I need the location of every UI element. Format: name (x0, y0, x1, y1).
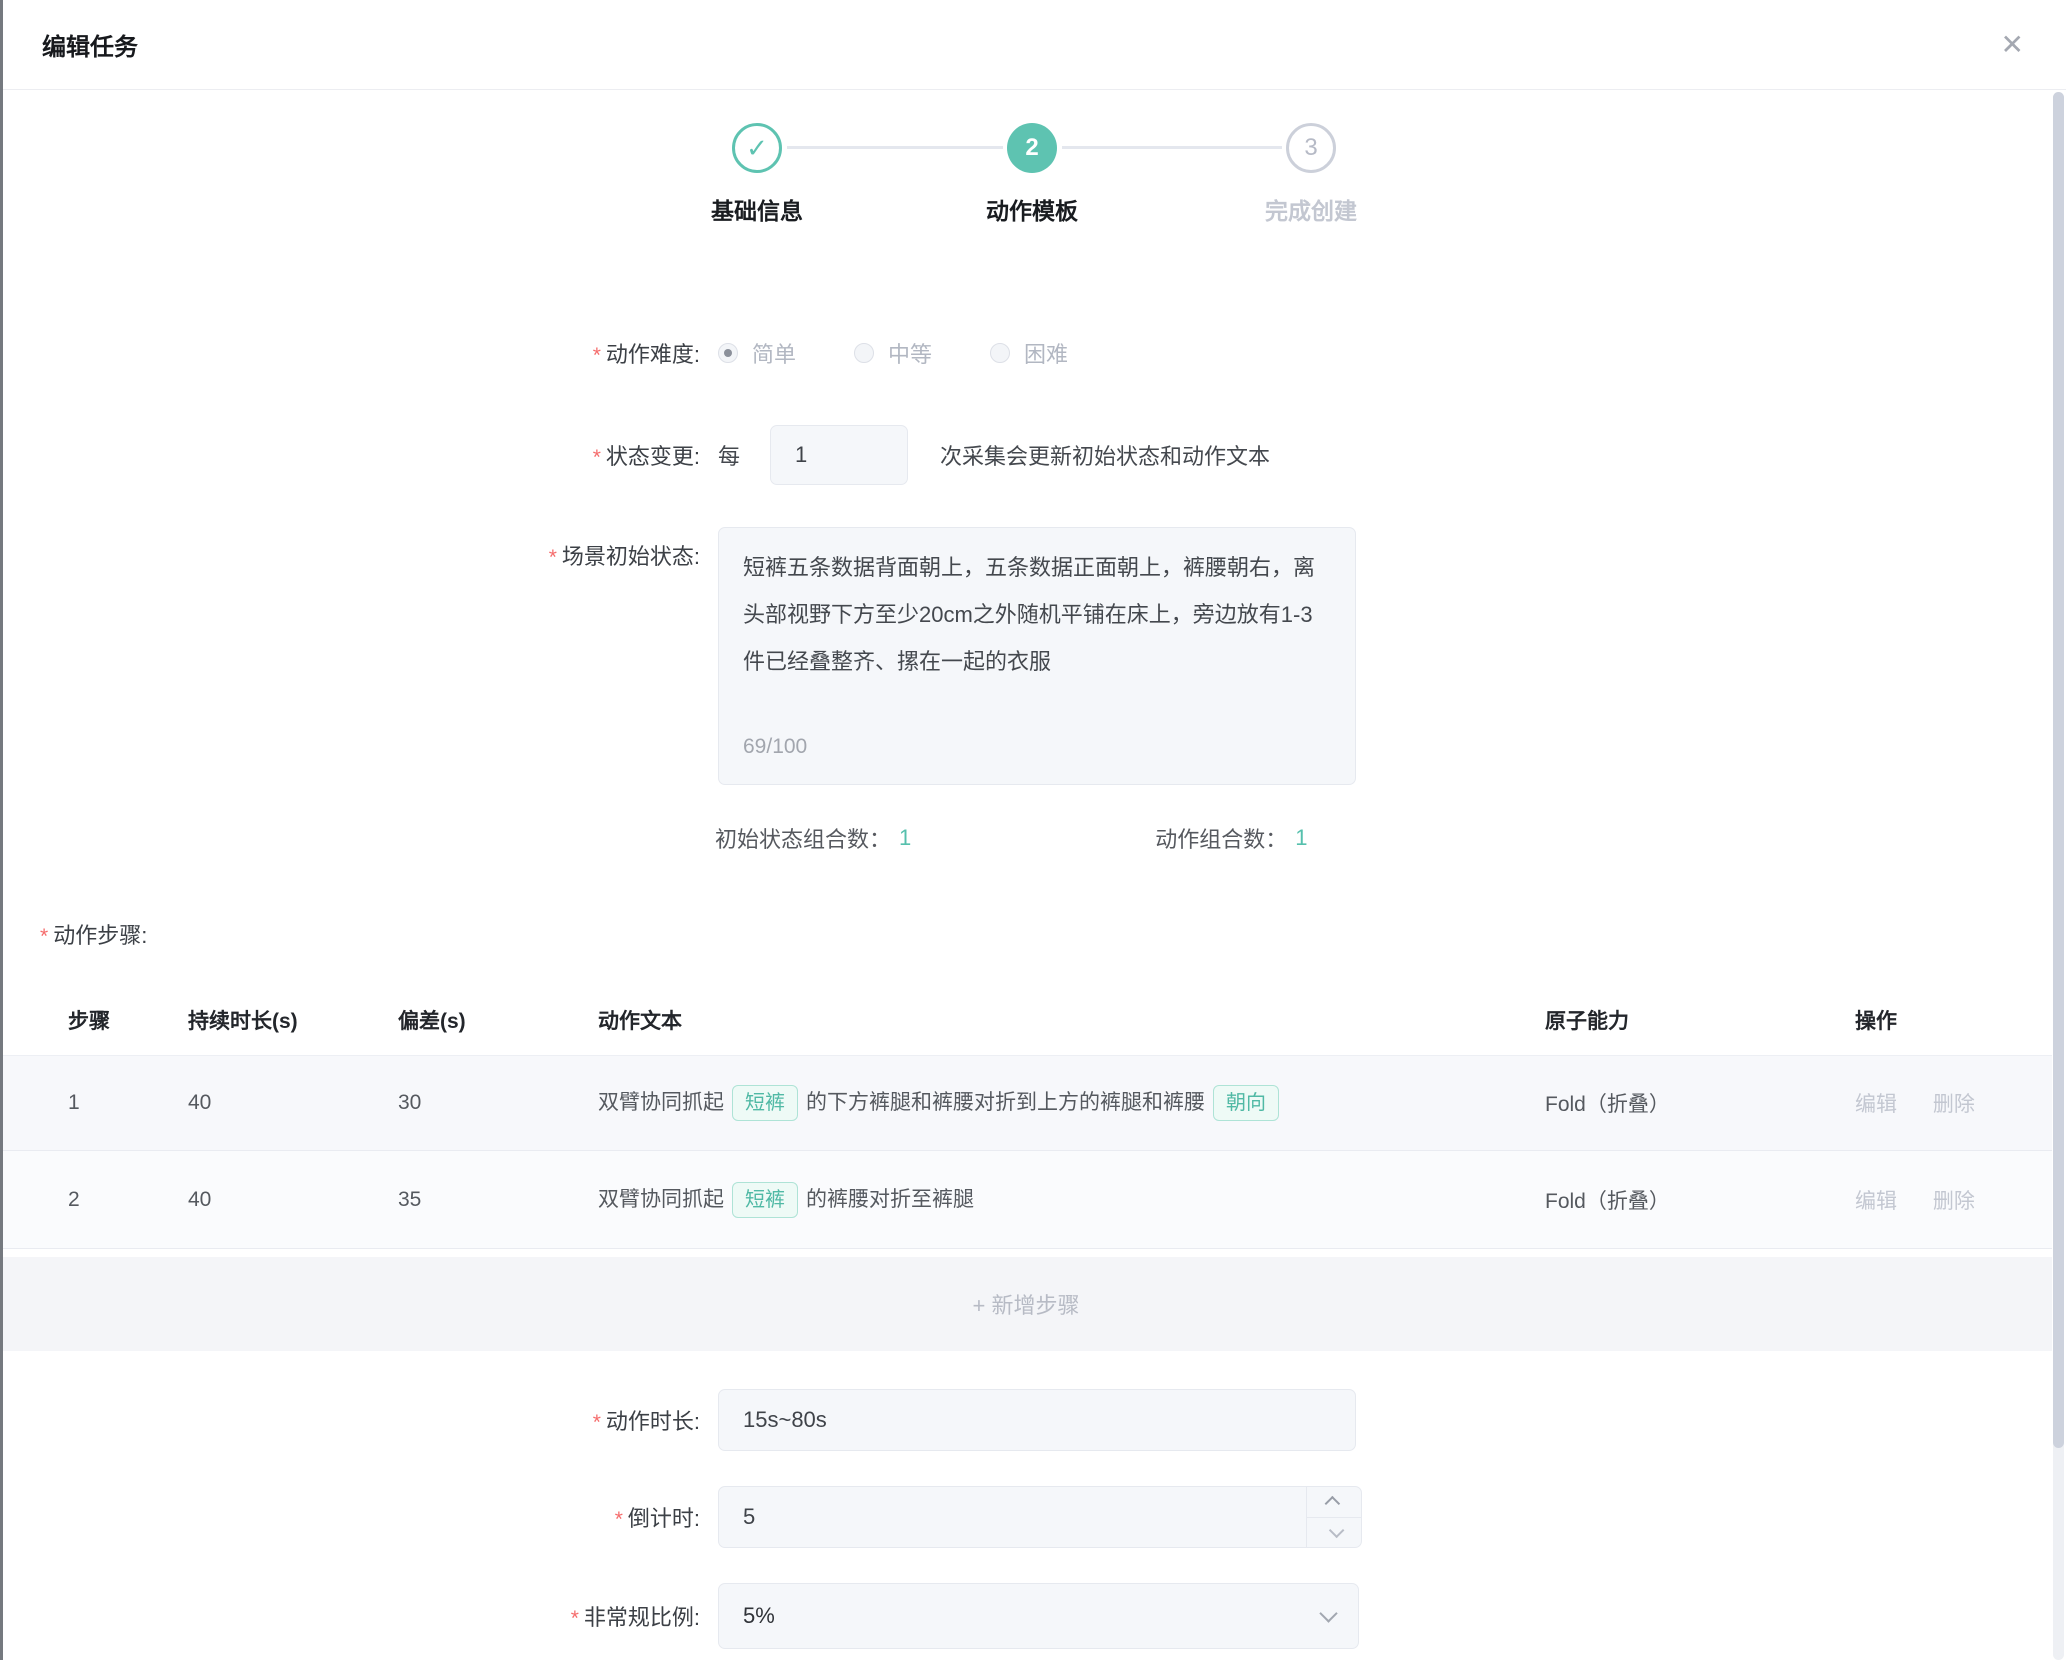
state-change-label: *状态变更: (0, 439, 700, 471)
countdown-row: *倒计时: 5 (0, 1486, 2066, 1548)
cell-duration: 40 (188, 1091, 398, 1115)
table-row: 1 40 30 双臂协同抓起短裤的下方裤腿和裤腰对折到上方的裤腿和裤腰朝向 Fo… (0, 1055, 2052, 1151)
edit-button[interactable]: 编辑 (1855, 1190, 1897, 1213)
decrement-button[interactable] (1307, 1518, 1362, 1549)
required-mark: * (593, 446, 601, 469)
col-step: 步骤 (68, 1005, 188, 1035)
cell-step: 1 (68, 1091, 188, 1115)
col-duration: 持续时长(s) (188, 1005, 398, 1035)
add-step-button[interactable]: + 新增步骤 (0, 1257, 2052, 1351)
increment-button[interactable] (1307, 1486, 1362, 1518)
dialog-left-edge (0, 0, 3, 1660)
state-change-prefix: 每 (718, 439, 740, 471)
delete-button[interactable]: 删除 (1933, 1190, 1975, 1213)
stepper: ✓ 2 3 基础信息 动作模板 完成创建 (0, 90, 2066, 250)
edit-button[interactable]: 编辑 (1855, 1093, 1897, 1116)
cell-ability: Fold（折叠） (1545, 1185, 1855, 1215)
combo-counts: 初始状态组合数： 1 动作组合数： 1 (715, 822, 1308, 854)
cell-ability: Fold（折叠） (1545, 1088, 1855, 1118)
dialog-header: 编辑任务 ✕ (0, 0, 2066, 90)
action-duration-row: *动作时长: 15s~80s (0, 1389, 2066, 1451)
step-1-check-icon: ✓ (732, 123, 782, 173)
cell-actions: 编辑 删除 (1855, 1088, 2052, 1118)
unusual-ratio-label: *非常规比例: (0, 1600, 700, 1632)
col-ability: 原子能力 (1545, 1005, 1855, 1035)
cell-actions: 编辑 删除 (1855, 1185, 2052, 1215)
required-mark: * (549, 546, 557, 569)
radio-difficulty-easy[interactable]: 简单 (718, 337, 796, 369)
step-2-circle: 2 (1007, 123, 1057, 173)
initial-combos-label: 初始状态组合数： (715, 822, 891, 854)
required-mark: * (593, 344, 601, 367)
radio-difficulty-medium[interactable]: 中等 (854, 337, 932, 369)
state-change-row: *状态变更: 每 1 次采集会更新初始状态和动作文本 (0, 425, 2066, 485)
object-tag: 短裤 (732, 1182, 798, 1218)
step-1-label: 基础信息 (647, 192, 867, 226)
chevron-up-icon (1325, 1496, 1341, 1512)
action-steps-label: *动作步骤: (40, 918, 147, 950)
step-2-label: 动作模板 (922, 192, 1142, 226)
radio-difficulty-hard[interactable]: 困难 (990, 337, 1068, 369)
char-counter: 69/100 (743, 723, 807, 770)
state-change-suffix: 次采集会更新初始状态和动作文本 (940, 439, 1270, 471)
required-mark: * (615, 1508, 623, 1531)
required-mark: * (571, 1607, 579, 1630)
action-combos-label: 动作组合数： (1155, 822, 1287, 854)
cell-action-text: 双臂协同抓起短裤的下方裤腿和裤腰对折到上方的裤腿和裤腰朝向 (598, 1085, 1545, 1121)
stepper-connector (1062, 146, 1282, 149)
scrollbar-thumb[interactable] (2053, 92, 2064, 1448)
initial-state-label: *场景初始状态: (0, 527, 700, 571)
delete-button[interactable]: 删除 (1933, 1093, 1975, 1116)
unusual-ratio-select[interactable]: 5% (718, 1583, 1359, 1649)
close-icon[interactable]: ✕ (2001, 31, 2024, 59)
required-mark: * (593, 1411, 601, 1434)
cell-duration: 40 (188, 1188, 398, 1212)
countdown-input[interactable]: 5 (718, 1486, 1362, 1548)
dialog-title: 编辑任务 (42, 27, 138, 62)
step-3-label: 完成创建 (1201, 192, 1421, 226)
unusual-ratio-row: *非常规比例: 5% (0, 1583, 2066, 1649)
cell-deviation: 30 (398, 1091, 598, 1115)
cell-deviation: 35 (398, 1188, 598, 1212)
required-mark: * (40, 925, 48, 948)
stepper-connector (787, 146, 1003, 149)
table-row: 2 40 35 双臂协同抓起短裤的裤腰对折至裤腿 Fold（折叠） 编辑 删除 (0, 1151, 2052, 1249)
object-tag: 短裤 (732, 1085, 798, 1121)
cell-step: 2 (68, 1188, 188, 1212)
initial-combos-value: 1 (899, 825, 911, 851)
action-combos-value: 1 (1295, 825, 1307, 851)
radio-icon (990, 343, 1010, 363)
difficulty-label: *动作难度: (0, 337, 700, 369)
action-duration-input[interactable]: 15s~80s (718, 1389, 1356, 1451)
orientation-tag: 朝向 (1213, 1085, 1279, 1121)
initial-state-textarea[interactable]: 短裤五条数据背面朝上，五条数据正面朝上，裤腰朝右，离头部视野下方至少20cm之外… (718, 527, 1356, 785)
col-deviation: 偏差(s) (398, 1005, 598, 1035)
initial-state-text: 短裤五条数据背面朝上，五条数据正面朝上，裤腰朝右，离头部视野下方至少20cm之外… (743, 555, 1315, 674)
action-duration-label: *动作时长: (0, 1404, 700, 1436)
table-header-row: 步骤 持续时长(s) 偏差(s) 动作文本 原子能力 操作 (0, 985, 2052, 1055)
radio-selected-icon (718, 343, 738, 363)
difficulty-row: *动作难度: 简单 中等 困难 (0, 330, 2066, 376)
action-steps-table: 步骤 持续时长(s) 偏差(s) 动作文本 原子能力 操作 1 40 30 双臂… (0, 985, 2052, 1351)
chevron-down-icon (1329, 1523, 1345, 1539)
col-actions: 操作 (1855, 1005, 2052, 1035)
number-stepper (1306, 1486, 1362, 1548)
col-text: 动作文本 (598, 1005, 1545, 1035)
step-3-circle: 3 (1286, 123, 1336, 173)
initial-state-row: *场景初始状态: 短裤五条数据背面朝上，五条数据正面朝上，裤腰朝右，离头部视野下… (0, 527, 2066, 785)
cell-action-text: 双臂协同抓起短裤的裤腰对折至裤腿 (598, 1182, 1545, 1218)
scrollbar-track[interactable] (2053, 92, 2064, 1660)
countdown-label: *倒计时: (0, 1501, 700, 1533)
radio-icon (854, 343, 874, 363)
state-change-input[interactable]: 1 (770, 425, 908, 485)
